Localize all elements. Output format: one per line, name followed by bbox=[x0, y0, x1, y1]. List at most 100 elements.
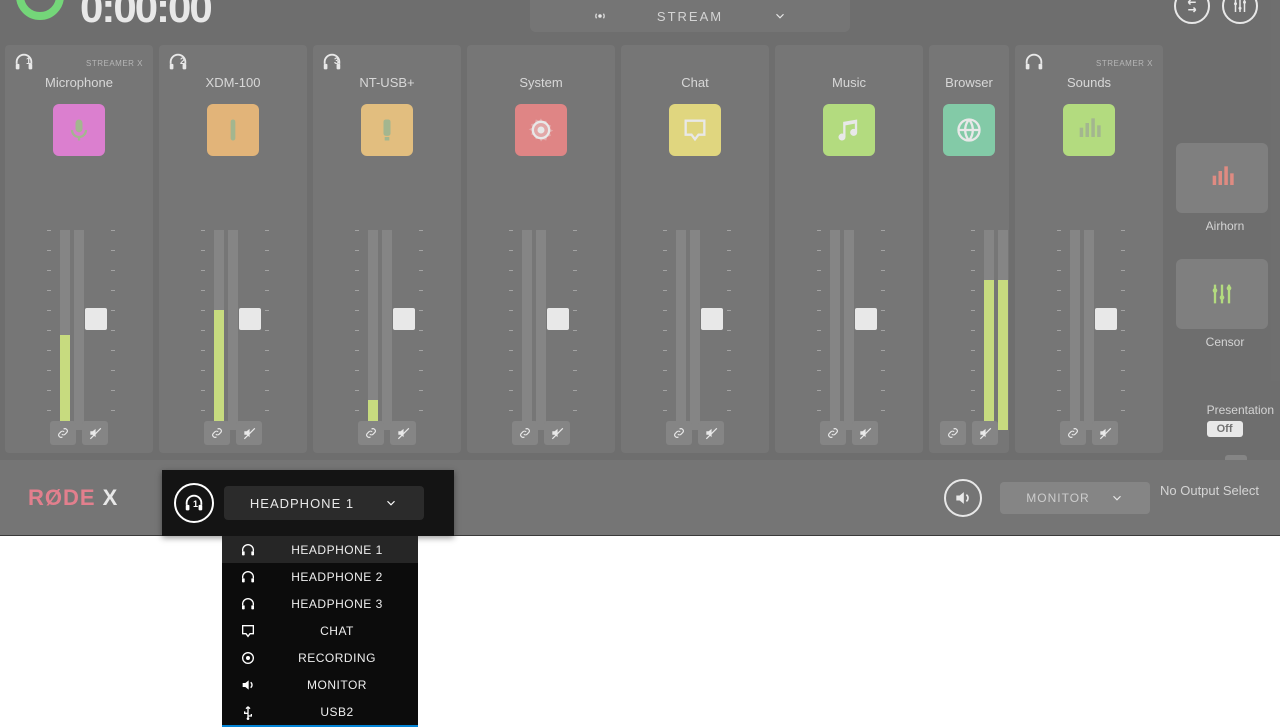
dropdown-item[interactable]: CHAT bbox=[222, 617, 418, 644]
mute-button[interactable] bbox=[852, 421, 878, 445]
channel-strip: 3 NT-USB+ bbox=[313, 45, 461, 453]
dropdown-item-label: RECORDING bbox=[256, 651, 418, 665]
mute-icon bbox=[88, 426, 102, 440]
chevron-down-icon bbox=[384, 496, 398, 510]
channel-strip: Browser bbox=[929, 45, 1009, 453]
link-button[interactable] bbox=[50, 421, 76, 445]
link-icon bbox=[672, 426, 686, 440]
no-output-label: No Output Select bbox=[1160, 483, 1280, 513]
mute-icon bbox=[704, 426, 718, 440]
mute-button[interactable] bbox=[544, 421, 570, 445]
link-icon bbox=[826, 426, 840, 440]
record-indicator[interactable] bbox=[16, 0, 64, 20]
channel-strip: 1STREAMER X Microphone bbox=[5, 45, 153, 453]
speaker-icon bbox=[953, 488, 973, 508]
link-button[interactable] bbox=[940, 421, 966, 445]
link-button[interactable] bbox=[512, 421, 538, 445]
sound-pad[interactable] bbox=[1176, 259, 1268, 329]
mute-button[interactable] bbox=[390, 421, 416, 445]
headphone-output-icon: 1 bbox=[174, 483, 214, 523]
headphone-dropdown-menu: HEADPHONE 1 HEADPHONE 2 HEADPHONE 3 CHAT… bbox=[222, 536, 418, 727]
mute-button[interactable] bbox=[236, 421, 262, 445]
channel-name: Browser bbox=[929, 45, 1009, 90]
dropdown-item[interactable]: HEADPHONE 3 bbox=[222, 590, 418, 617]
chevron-down-icon bbox=[1110, 491, 1124, 505]
mute-button[interactable] bbox=[82, 421, 108, 445]
channel-icon[interactable] bbox=[823, 104, 875, 156]
mute-icon bbox=[858, 426, 872, 440]
dropdown-item-label: HEADPHONE 1 bbox=[256, 543, 418, 557]
channel-name: System bbox=[467, 45, 615, 90]
stream-dropdown[interactable]: STREAM bbox=[530, 0, 850, 32]
headphone-selected-label: HEADPHONE 1 bbox=[250, 496, 354, 511]
mute-button[interactable] bbox=[972, 421, 998, 445]
link-button[interactable] bbox=[820, 421, 846, 445]
sound-pad[interactable] bbox=[1176, 143, 1268, 213]
channel-strip: 2 XDM-100 bbox=[159, 45, 307, 453]
fader-knob[interactable] bbox=[85, 308, 107, 330]
link-button[interactable] bbox=[666, 421, 692, 445]
dropdown-item-label: MONITOR bbox=[256, 678, 418, 692]
dropdown-item[interactable]: MONITOR bbox=[222, 671, 418, 698]
dropdown-item[interactable]: HEADPHONE 2 bbox=[222, 563, 418, 590]
link-icon bbox=[56, 426, 70, 440]
channel-icon[interactable] bbox=[1063, 104, 1115, 156]
channel-icon[interactable] bbox=[361, 104, 413, 156]
mute-icon bbox=[242, 426, 256, 440]
channel-strip: Music bbox=[775, 45, 923, 453]
link-button[interactable] bbox=[1060, 421, 1086, 445]
channel-meter bbox=[669, 230, 725, 430]
presentation-toggle[interactable]: Off bbox=[1207, 421, 1243, 437]
channel-icon[interactable] bbox=[669, 104, 721, 156]
broadcast-icon bbox=[593, 9, 607, 23]
header-button-2[interactable] bbox=[1222, 0, 1258, 24]
headphone-dropdown[interactable]: HEADPHONE 1 bbox=[224, 486, 424, 520]
soundpad-column: Airhorn Censor Presentation Off bbox=[1170, 45, 1280, 349]
channel-strip: Chat bbox=[621, 45, 769, 453]
channel-name: Chat bbox=[621, 45, 769, 90]
fader-knob[interactable] bbox=[1095, 308, 1117, 330]
dropdown-item[interactable]: USB2 bbox=[222, 698, 418, 725]
dropdown-item[interactable]: RECORDING bbox=[222, 644, 418, 671]
presentation-label: Presentation bbox=[1207, 403, 1274, 417]
headphones-icon bbox=[13, 51, 35, 73]
chevron-down-icon bbox=[773, 9, 787, 23]
channel-tag: STREAMER X bbox=[86, 59, 143, 68]
channel-icon[interactable] bbox=[515, 104, 567, 156]
mute-button[interactable] bbox=[698, 421, 724, 445]
monitor-icon[interactable] bbox=[944, 479, 982, 517]
channel-tag: STREAMER X bbox=[1096, 59, 1153, 68]
channel-meter bbox=[977, 230, 1009, 430]
monitor-dropdown[interactable]: MONITOR bbox=[1000, 482, 1150, 514]
fader-knob[interactable] bbox=[393, 308, 415, 330]
dropdown-item-label: HEADPHONE 3 bbox=[256, 597, 418, 611]
mute-icon bbox=[978, 426, 992, 440]
fader-knob[interactable] bbox=[855, 308, 877, 330]
header-button-1[interactable] bbox=[1174, 0, 1210, 24]
fader-knob[interactable] bbox=[239, 308, 261, 330]
headphone-output-panel: 1 HEADPHONE 1 bbox=[162, 470, 454, 536]
link-button[interactable] bbox=[358, 421, 384, 445]
channel-strip: STREAMER X Sounds bbox=[1015, 45, 1163, 453]
mute-icon bbox=[550, 426, 564, 440]
channel-icon[interactable] bbox=[207, 104, 259, 156]
sound-pad-label: Censor bbox=[1170, 335, 1280, 349]
dropdown-item-label: CHAT bbox=[256, 624, 418, 638]
headphones-icon bbox=[1023, 51, 1045, 73]
channel-meter bbox=[207, 230, 263, 430]
fader-knob[interactable] bbox=[701, 308, 723, 330]
channel-meter bbox=[515, 230, 571, 430]
app-header: 0:00:00 STREAM bbox=[0, 0, 1280, 40]
mute-button[interactable] bbox=[1092, 421, 1118, 445]
link-button[interactable] bbox=[204, 421, 230, 445]
channel-icon[interactable] bbox=[53, 104, 105, 156]
fader-knob[interactable] bbox=[547, 308, 569, 330]
app-window: 0:00:00 STREAM 1STREAMER X Microphone bbox=[0, 0, 1280, 535]
dropdown-item[interactable]: HEADPHONE 1 bbox=[222, 536, 418, 563]
channel-meter bbox=[53, 230, 109, 430]
timer-readout: 0:00:00 bbox=[80, 0, 211, 32]
link-icon bbox=[1066, 426, 1080, 440]
brand-logo: RØDE X bbox=[28, 485, 118, 511]
channel-icon[interactable] bbox=[943, 104, 995, 156]
sliders-icon bbox=[1231, 0, 1249, 15]
